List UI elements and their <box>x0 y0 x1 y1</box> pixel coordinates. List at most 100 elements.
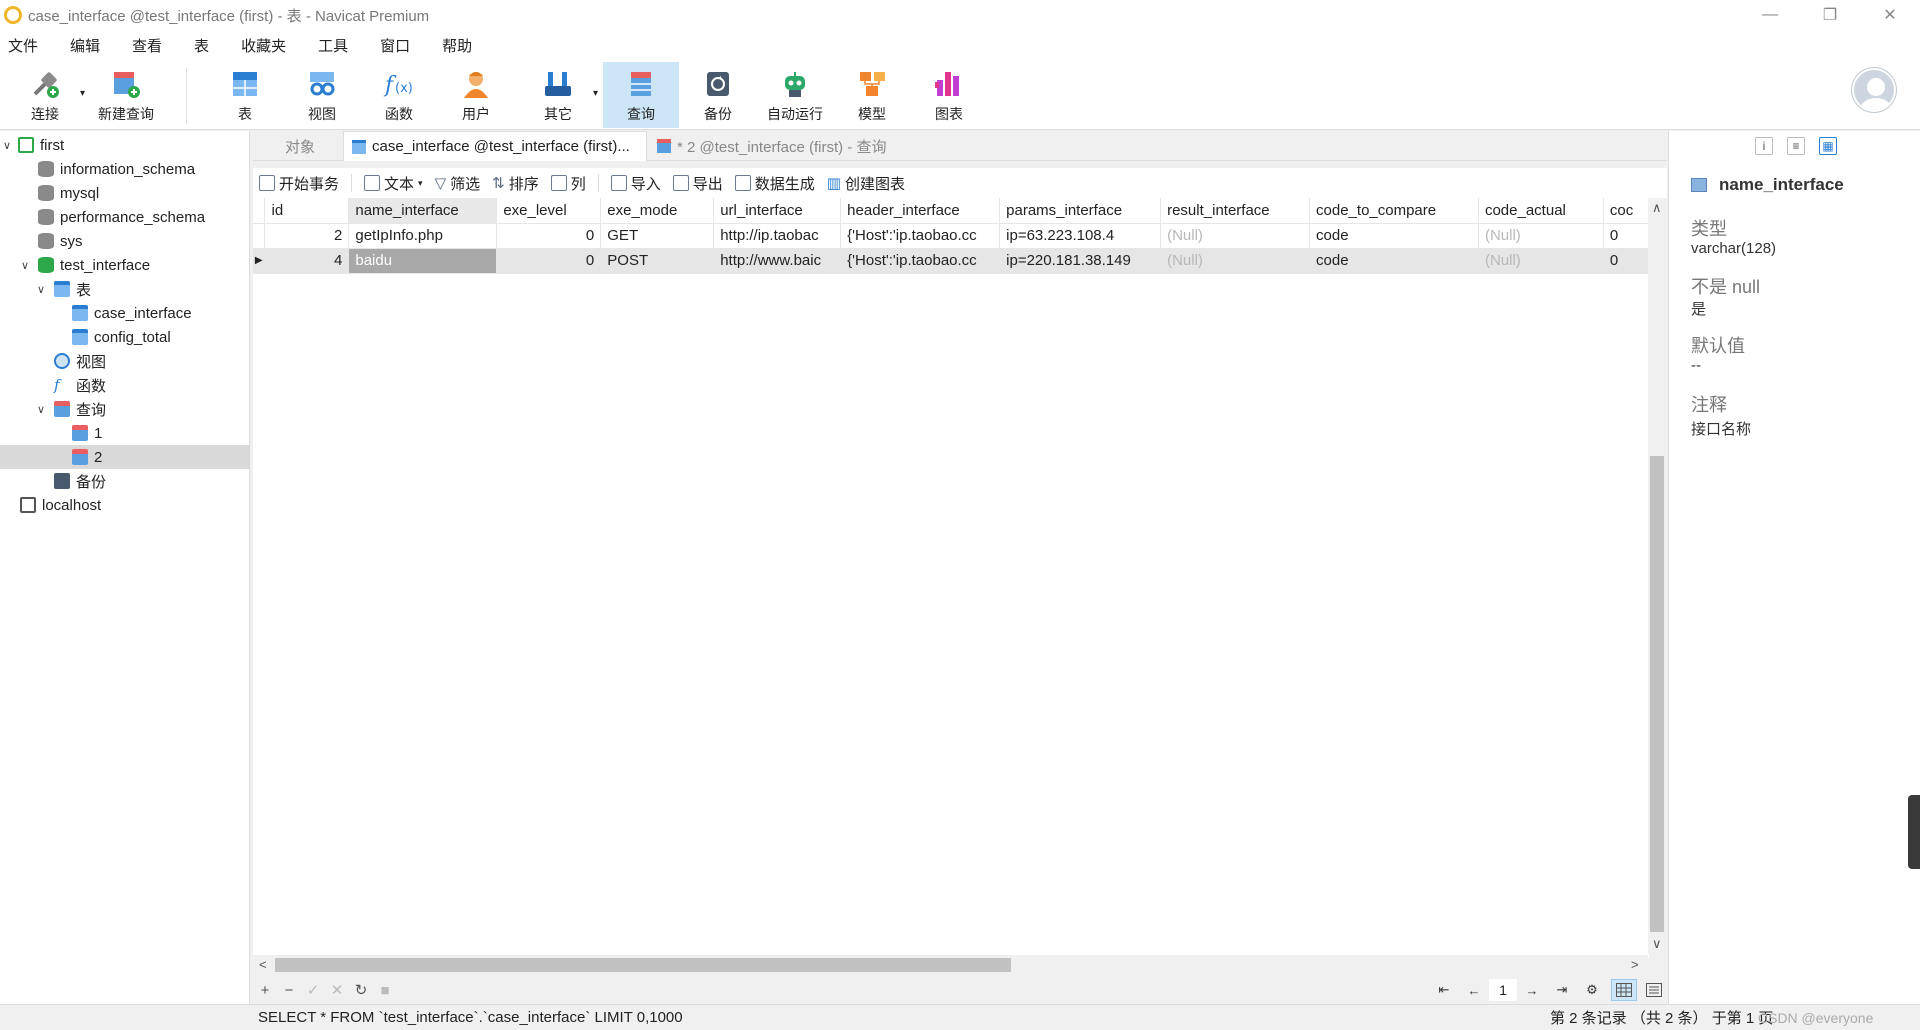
stop-button[interactable]: ■ <box>373 982 397 999</box>
menu-table[interactable]: 表 <box>186 35 217 56</box>
horizontal-scrollbar[interactable]: < > <box>253 955 1648 975</box>
next-page-icon[interactable]: → <box>1517 983 1547 998</box>
close-button[interactable]: ✕ <box>1860 0 1920 30</box>
vertical-scrollbar[interactable]: ∧ ∨ <box>1648 198 1666 954</box>
table-row[interactable]: 2 getIpInfo.php 0 GET http://ip.taobac {… <box>253 223 1649 249</box>
data-generation-button[interactable]: 数据生成 <box>729 173 821 194</box>
menu-favorites[interactable]: 收藏夹 <box>233 35 294 56</box>
tree-db-mysql[interactable]: mysql <box>0 181 250 205</box>
delete-record-button[interactable]: − <box>277 982 301 999</box>
horizontal-scroll-thumb[interactable] <box>275 958 1011 972</box>
sort-button[interactable]: ⇅ 排序 <box>486 173 545 194</box>
menu-help[interactable]: 帮助 <box>434 35 480 56</box>
column-header[interactable]: url_interface <box>713 198 842 224</box>
tab-case-interface[interactable]: case_interface @test_interface (first)..… <box>343 131 647 161</box>
minimize-button[interactable]: — <box>1740 0 1800 30</box>
begin-transaction-button[interactable]: 开始事务 <box>253 173 345 194</box>
other-dropdown-icon[interactable]: ▾ <box>593 88 598 99</box>
tree-folder-tables[interactable]: ∨ 表 <box>0 277 250 301</box>
table-cell[interactable]: 0 <box>1603 248 1649 274</box>
chevron-down-icon[interactable]: ∨ <box>34 283 48 296</box>
connect-dropdown-icon[interactable]: ▾ <box>80 88 85 99</box>
page-number-input[interactable]: 1 <box>1489 979 1517 1001</box>
column-header[interactable]: id <box>264 198 350 224</box>
tab-objects[interactable]: 对象 <box>277 131 323 161</box>
table-cell[interactable]: 2 <box>264 223 350 249</box>
table-cell[interactable]: (Null) <box>1478 248 1604 274</box>
export-button[interactable]: 导出 <box>667 173 729 194</box>
column-header[interactable]: code_to_compare <box>1309 198 1479 224</box>
tree-query-1[interactable]: 1 <box>0 421 250 445</box>
chevron-down-icon[interactable]: ∨ <box>18 259 32 272</box>
tree-table-case-interface[interactable]: case_interface <box>0 301 250 325</box>
table-cell[interactable]: getIpInfo.php <box>348 223 498 249</box>
tree-folder-views[interactable]: 视图 <box>0 349 250 373</box>
tab-query-2[interactable]: * 2 @test_interface (first) - 查询 <box>649 131 951 161</box>
table-cell[interactable]: code <box>1309 223 1479 249</box>
column-header[interactable]: name_interface <box>348 198 498 224</box>
create-chart-button[interactable]: ▥ 创建图表 <box>821 173 911 194</box>
info-icon[interactable]: i <box>1755 137 1773 155</box>
column-header[interactable]: header_interface <box>840 198 1001 224</box>
table-cell[interactable]: 0 <box>496 248 602 274</box>
grid-view-button[interactable] <box>1611 979 1637 1001</box>
chevron-down-icon[interactable]: ∨ <box>34 403 48 416</box>
table-cell[interactable]: http://www.baic <box>713 248 842 274</box>
column-header[interactable]: exe_level <box>496 198 602 224</box>
automation-button[interactable]: 自动运行 <box>757 62 833 128</box>
backup-button[interactable]: 备份 <box>683 62 753 128</box>
text-button[interactable]: 文本 ▾ <box>358 173 429 194</box>
scroll-right-icon[interactable]: > <box>1631 957 1639 972</box>
model-button[interactable]: 模型 <box>837 62 907 128</box>
table-cell[interactable]: 0 <box>1603 223 1649 249</box>
table-cell[interactable]: ip=220.181.38.149 <box>999 248 1162 274</box>
scroll-left-icon[interactable]: < <box>259 957 267 972</box>
column-header[interactable]: params_interface <box>999 198 1162 224</box>
new-query-button[interactable]: 新建查询 <box>92 62 160 128</box>
current-row-indicator-icon[interactable]: ▶ <box>253 248 266 274</box>
menu-tools[interactable]: 工具 <box>310 35 356 56</box>
chart-button[interactable]: 图表 <box>914 62 984 128</box>
menu-file[interactable]: 文件 <box>0 35 46 56</box>
refresh-button[interactable]: ↻ <box>349 981 373 999</box>
table-button[interactable]: 表 <box>210 62 280 128</box>
restore-button[interactable]: ❐ <box>1800 0 1860 30</box>
user-avatar[interactable] <box>1852 68 1896 112</box>
table-cell[interactable]: GET <box>600 223 715 249</box>
column-header[interactable]: result_interface <box>1160 198 1311 224</box>
tree-db-sys[interactable]: sys <box>0 229 250 253</box>
apply-changes-button[interactable]: ✓ <box>301 981 325 999</box>
tree-db-information-schema[interactable]: information_schema <box>0 157 250 181</box>
form-view-button[interactable] <box>1641 979 1667 1001</box>
table-cell[interactable]: http://ip.taobac <box>713 223 842 249</box>
row-header[interactable] <box>253 223 266 249</box>
tree-db-performance-schema[interactable]: performance_schema <box>0 205 250 229</box>
table-cell[interactable]: 4 <box>264 248 350 274</box>
columns-button[interactable]: 列 <box>545 173 592 194</box>
filter-button[interactable]: ▽ 筛选 <box>429 173 487 194</box>
table-cell[interactable]: ip=63.223.108.4 <box>999 223 1162 249</box>
table-cell[interactable]: {'Host':'ip.taobao.cc <box>840 223 1001 249</box>
scroll-down-icon[interactable]: ∨ <box>1652 936 1662 952</box>
connect-button[interactable]: 连接 <box>10 62 80 128</box>
column-header[interactable]: exe_mode <box>600 198 715 224</box>
table-cell-selected[interactable]: baidu <box>348 248 498 274</box>
user-button[interactable]: 用户 <box>441 62 511 128</box>
tree-db-test-interface[interactable]: ∨ test_interface <box>0 253 250 277</box>
import-button[interactable]: 导入 <box>605 173 667 194</box>
vertical-scroll-thumb[interactable] <box>1650 456 1664 932</box>
prev-page-icon[interactable]: ← <box>1459 983 1489 998</box>
column-header[interactable]: code_actual <box>1478 198 1604 224</box>
view-button[interactable]: 视图 <box>287 62 357 128</box>
field-details-icon[interactable]: ▦ <box>1819 137 1837 155</box>
table-cell[interactable]: (Null) <box>1160 223 1311 249</box>
tree-folder-queries[interactable]: ∨ 查询 <box>0 397 250 421</box>
menu-window[interactable]: 窗口 <box>372 35 418 56</box>
ddl-icon[interactable]: ≡ <box>1787 137 1805 155</box>
table-cell[interactable]: POST <box>600 248 715 274</box>
table-cell[interactable]: 0 <box>496 223 602 249</box>
function-button[interactable]: f (x) 函数 <box>364 62 434 128</box>
tree-query-2[interactable]: 2 <box>0 445 250 469</box>
menu-view[interactable]: 查看 <box>124 35 170 56</box>
last-page-icon[interactable]: ⇥ <box>1547 982 1577 998</box>
